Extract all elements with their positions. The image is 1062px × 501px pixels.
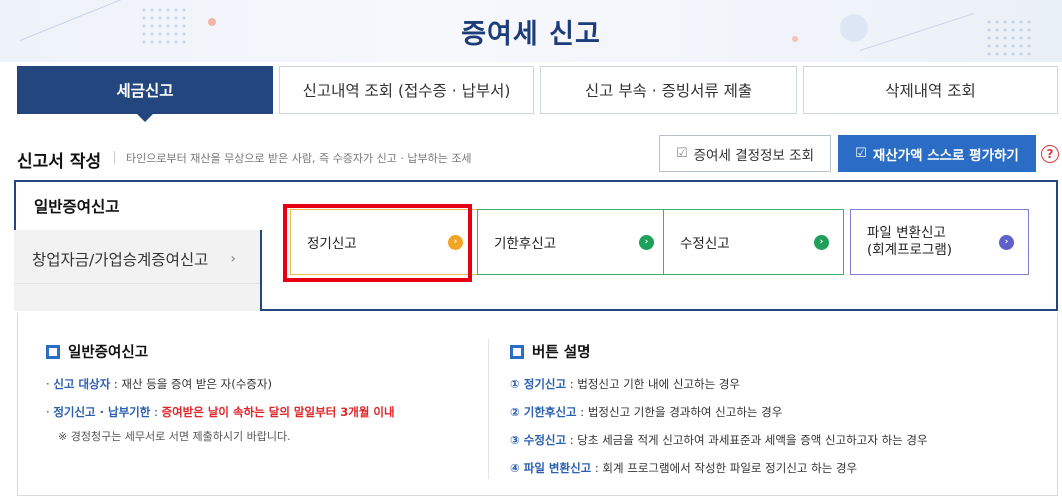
info-warning: 증여받은 날이 속하는 달의 말일부터 3개월 이내 bbox=[161, 405, 395, 419]
self-evaluate-button-label: 재산가액 스스로 평가하기 bbox=[872, 147, 1019, 164]
info-value: : 회계 프로그램에서 작성한 파일로 정기신고 하는 경우 bbox=[591, 461, 858, 475]
checkbox-icon: ☑ bbox=[675, 146, 688, 161]
button-description-info: 버튼 설명 ① 정기신고 : 법정신고 기한 내에 신고하는 경우 ② 기한후신… bbox=[510, 341, 928, 488]
option-label: 기한후신고 bbox=[494, 236, 557, 252]
tab-deleted-history[interactable]: 삭제내역 조회 bbox=[803, 66, 1058, 114]
section-title: 신고서 작성 bbox=[17, 152, 102, 172]
section-description: 타인으로부터 재산을 무상으로 받은 사람, 즉 수증자가 신고 · 납부하는 … bbox=[126, 152, 472, 165]
report-type-tabs: 일반증여신고 창업자금/가업승계증여신고 › bbox=[14, 180, 262, 311]
late-report-button[interactable]: 기한후신고 › bbox=[477, 209, 669, 275]
info-key: ② 기한후신고 bbox=[510, 405, 577, 419]
info-key: ④ 파일 변환신고 bbox=[510, 461, 592, 475]
info-item: ③ 수정신고 : 당초 세금을 적게 신고하여 과세표준과 세액을 증액 신고하… bbox=[510, 432, 928, 448]
amended-report-button[interactable]: 수정신고 › bbox=[663, 209, 844, 275]
highlight-box bbox=[283, 204, 472, 282]
page-title: 증여세 신고 bbox=[461, 19, 601, 50]
info-key: ① 정기신고 bbox=[510, 377, 567, 391]
arrow-icon: › bbox=[639, 234, 654, 250]
info-key: 정기신고 · 납부기한 bbox=[53, 405, 151, 419]
info-box: 일반증여신고 · 신고 대상자 : 재산 등을 증여 받은 자(수증자) · 정… bbox=[17, 313, 1058, 496]
arrow-icon: › bbox=[814, 234, 829, 250]
info-deadline: · 정기신고 · 납부기한 : 증여받은 날이 속하는 달의 말일부터 3개월 … bbox=[46, 405, 395, 419]
tab-report-history[interactable]: 신고내역 조회 (접수증 · 납부서) bbox=[279, 66, 534, 114]
self-evaluate-property-button[interactable]: ☑ 재산가액 스스로 평가하기 bbox=[838, 135, 1036, 172]
info-heading-text: 일반증여신고 bbox=[68, 345, 149, 361]
page-header-banner: 증여세 신고 bbox=[0, 0, 1062, 62]
chevron-right-icon: › bbox=[230, 250, 236, 267]
square-bullet-icon bbox=[46, 344, 60, 359]
info-value: : 재산 등을 증여 받은 자(수증자) bbox=[110, 377, 272, 391]
report-type-label: 창업자금/가업승계증여신고 bbox=[32, 250, 209, 269]
report-type-startup-succession[interactable]: 창업자금/가업승계증여신고 › bbox=[14, 234, 262, 284]
checkbox-icon: ☑ bbox=[855, 146, 867, 161]
info-value: : 법정신고 기한 내에 신고하는 경우 bbox=[566, 377, 740, 391]
gift-tax-decision-lookup-button[interactable]: ☑ 증여세 결정정보 조회 bbox=[659, 135, 831, 172]
report-type-general-gift[interactable]: 일반증여신고 bbox=[14, 180, 262, 230]
info-key: ③ 수정신고 bbox=[510, 433, 567, 447]
option-label: 파일 변환신고 (회계프로그램) bbox=[867, 225, 952, 259]
info-heading: 버튼 설명 bbox=[510, 341, 928, 362]
file-conversion-report-button[interactable]: 파일 변환신고 (회계프로그램) › bbox=[850, 209, 1029, 275]
info-target: · 신고 대상자 : 재산 등을 증여 받은 자(수증자) bbox=[46, 377, 272, 391]
option-label-line1: 파일 변환신고 bbox=[867, 225, 946, 241]
info-heading: 일반증여신고 bbox=[46, 341, 395, 362]
tab-attachment-submit[interactable]: 신고 부속 · 증빙서류 제출 bbox=[540, 66, 797, 114]
report-type-panel: 일반증여신고 창업자금/가업승계증여신고 › 정기신고 › 기한후신고 › 수정… bbox=[14, 180, 1058, 311]
main-tabs: 세금신고 신고내역 조회 (접수증 · 납부서) 신고 부속 · 증빙서류 제출… bbox=[17, 66, 1062, 122]
info-item: ④ 파일 변환신고 : 회계 프로그램에서 작성한 파일로 정기신고 하는 경우 bbox=[510, 460, 928, 476]
info-item: ① 정기신고 : 법정신고 기한 내에 신고하는 경우 bbox=[510, 376, 928, 392]
options-box-border bbox=[260, 230, 262, 311]
info-key: 신고 대상자 bbox=[53, 377, 111, 391]
option-label-line2: (회계프로그램) bbox=[867, 242, 953, 258]
info-heading-text: 버튼 설명 bbox=[532, 345, 591, 361]
square-bullet-icon bbox=[510, 344, 524, 359]
info-item: ② 기한후신고 : 법정신고 기한을 경과하여 신고하는 경우 bbox=[510, 404, 928, 420]
lookup-button-label: 증여세 결정정보 조회 bbox=[693, 147, 815, 164]
divider bbox=[114, 151, 115, 164]
info-value: : 법정신고 기한을 경과하여 신고하는 경우 bbox=[576, 405, 783, 419]
general-gift-info: 일반증여신고 · 신고 대상자 : 재산 등을 증여 받은 자(수증자) · 정… bbox=[46, 341, 395, 456]
help-icon[interactable]: ? bbox=[1041, 145, 1059, 163]
tab-tax-report[interactable]: 세금신고 bbox=[17, 66, 273, 122]
info-value: : 당초 세금을 적게 신고하여 과세표준과 세액을 증액 신고하고자 하는 경… bbox=[566, 433, 928, 447]
option-label: 수정신고 bbox=[680, 236, 730, 252]
arrow-icon: › bbox=[999, 234, 1014, 250]
info-note: ※ 경정청구는 세무서로 서면 제출하시기 바랍니다. bbox=[58, 430, 291, 443]
info-divider bbox=[488, 339, 489, 479]
